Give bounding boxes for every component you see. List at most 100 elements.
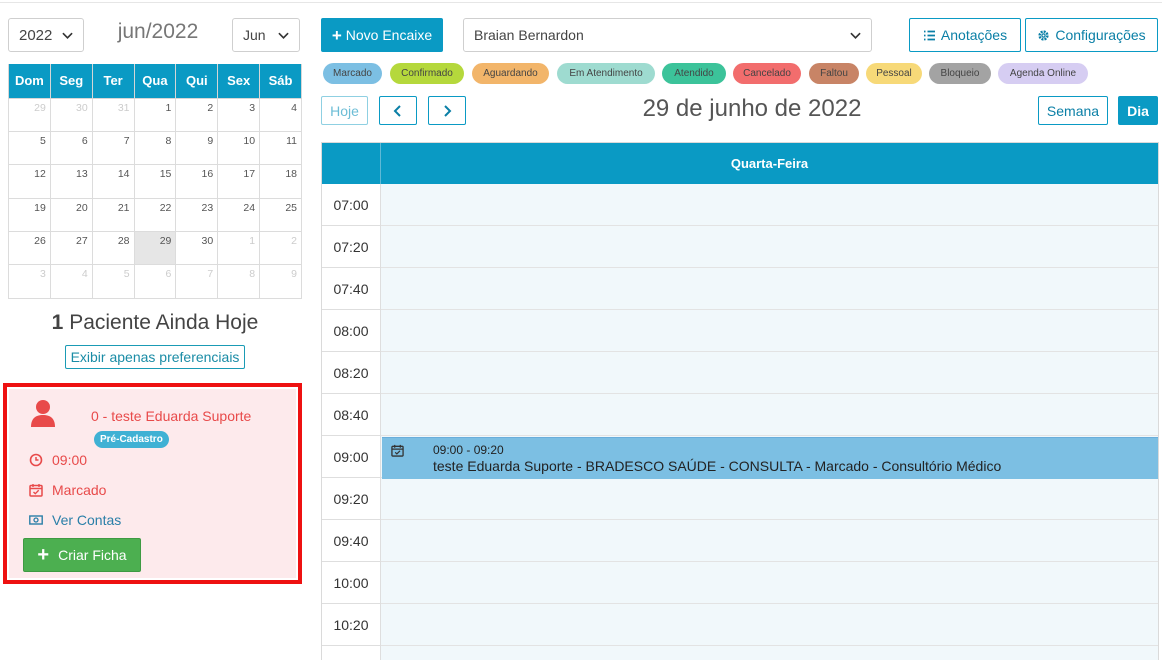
- create-record-label: Criar Ficha: [58, 547, 127, 563]
- calendar-day[interactable]: 30: [175, 231, 219, 266]
- calendar-check-icon: [391, 444, 404, 457]
- calendar-day[interactable]: 17: [217, 164, 261, 199]
- calendar-day[interactable]: 7: [91, 130, 135, 166]
- calendar-day[interactable]: 29: [8, 97, 51, 132]
- calendar-day[interactable]: 2: [259, 231, 302, 266]
- calendar-day[interactable]: 7: [175, 264, 219, 299]
- legend-em-atendimento: Em Atendimento: [557, 63, 655, 84]
- view-accounts-link[interactable]: Ver Contas: [29, 512, 121, 528]
- calendar-day[interactable]: 21: [91, 197, 135, 233]
- calendar-day[interactable]: 16: [175, 164, 219, 199]
- calendar-day[interactable]: 11: [259, 130, 302, 166]
- calendar-week-row: 26 27 28 29 30 1 2: [8, 231, 302, 266]
- money-bill-icon: [29, 515, 43, 525]
- time-slot-label: 08:20: [322, 352, 381, 394]
- plus-icon: +: [37, 544, 50, 566]
- calendar-day[interactable]: 8: [133, 130, 177, 166]
- day-header: Quarta-Feira: [381, 143, 1158, 184]
- mini-calendar: Dom Seg Ter Qua Qui Sex Sáb 29 30 31 1 2 3 4 5 6 7 8 9 10 1…: [8, 64, 302, 299]
- calendar-day[interactable]: 25: [259, 197, 302, 233]
- legend-pessoal: Pessoal: [866, 63, 922, 84]
- show-preferential-button[interactable]: Exibir apenas preferenciais: [65, 345, 245, 369]
- calendar-day[interactable]: 6: [49, 130, 93, 166]
- time-slot[interactable]: [381, 604, 1158, 646]
- legend-confirmado: Confirmado: [390, 63, 464, 84]
- month-select[interactable]: Jun: [232, 18, 300, 52]
- previous-day-button[interactable]: [379, 96, 417, 125]
- appointment-title: teste Eduarda Suporte - BRADESCO SAÚDE -…: [433, 458, 1002, 474]
- calendar-day[interactable]: 6: [133, 264, 177, 299]
- time-slot[interactable]: [381, 646, 1158, 660]
- time-column: 07:00 07:20 07:40 08:00 08:20 08:40 09:00 09:20…: [322, 184, 381, 660]
- patient-appointment-time: 09:00: [29, 452, 87, 468]
- weekday-header: Sáb: [259, 64, 302, 99]
- time-slot[interactable]: [381, 478, 1158, 520]
- calendar-day[interactable]: 19: [8, 197, 51, 233]
- calendar-day[interactable]: 15: [133, 164, 177, 199]
- week-view-button[interactable]: Semana: [1038, 96, 1108, 125]
- month-select-value: Jun: [243, 27, 266, 43]
- create-record-button[interactable]: + Criar Ficha: [23, 538, 141, 572]
- time-slot[interactable]: [381, 310, 1158, 352]
- calendar-day[interactable]: 3: [8, 264, 51, 299]
- settings-button[interactable]: Configurações: [1025, 18, 1158, 52]
- calendar-day[interactable]: 2: [175, 97, 219, 132]
- calendar-day[interactable]: 27: [49, 231, 93, 266]
- year-select-value: 2022: [19, 26, 53, 44]
- next-day-button[interactable]: [428, 96, 466, 125]
- notes-button[interactable]: Anotações: [909, 18, 1021, 52]
- calendar-day[interactable]: 10: [217, 130, 261, 166]
- calendar-week-row: 19 20 21 22 23 24 25: [8, 197, 302, 233]
- calendar-weekday-row: Dom Seg Ter Qua Qui Sex Sáb: [8, 64, 302, 99]
- patient-name[interactable]: 0 - teste Eduarda Suporte: [91, 408, 251, 424]
- calendar-days: 29 30 31 1 2 3 4 5 6 7 8 9 10 11 12 13 14 15 16 17 18 19 20 21 2…: [8, 97, 302, 299]
- time-slot[interactable]: [381, 562, 1158, 604]
- calendar-day[interactable]: 1: [217, 231, 261, 266]
- calendar-day[interactable]: 12: [8, 164, 51, 199]
- calendar-week-row: 12 13 14 15 16 17 18: [8, 164, 302, 199]
- clock-icon: [29, 453, 43, 467]
- time-slot-label: 09:40: [322, 520, 381, 562]
- settings-label: Configurações: [1055, 27, 1146, 43]
- calendar-day[interactable]: 23: [175, 197, 219, 233]
- calendar-day[interactable]: 4: [259, 97, 302, 132]
- calendar-day[interactable]: 14: [91, 164, 135, 199]
- time-slot[interactable]: [381, 520, 1158, 562]
- legend-marcado: Marcado: [323, 63, 382, 84]
- calendar-day[interactable]: 20: [49, 197, 93, 233]
- view-accounts-label: Ver Contas: [52, 512, 122, 528]
- calendar-day[interactable]: 5: [91, 264, 135, 299]
- time-slot[interactable]: [381, 394, 1158, 436]
- calendar-day[interactable]: 8: [217, 264, 261, 299]
- notes-label: Anotações: [940, 27, 1008, 43]
- new-fit-button[interactable]: + Novo Encaixe: [321, 18, 443, 52]
- calendar-day[interactable]: 24: [217, 197, 261, 233]
- calendar-day[interactable]: 13: [49, 164, 93, 199]
- calendar-day[interactable]: 9: [175, 130, 219, 166]
- time-slot-label: 07:40: [322, 268, 381, 310]
- time-slot[interactable]: [381, 184, 1158, 226]
- patient-status-value: Marcado: [52, 482, 107, 498]
- calendar-day[interactable]: 1: [133, 97, 177, 132]
- calendar-day[interactable]: 31: [91, 97, 135, 132]
- calendar-day[interactable]: 29: [133, 231, 177, 266]
- list-icon: [923, 30, 935, 40]
- today-button[interactable]: Hoje: [321, 96, 368, 125]
- gear-icon: [1038, 29, 1049, 41]
- calendar-day[interactable]: 18: [259, 164, 302, 199]
- calendar-day[interactable]: 30: [49, 97, 93, 132]
- appointment-event[interactable]: 09:00 - 09:20 teste Eduarda Suporte - BR…: [382, 437, 1158, 479]
- time-slot[interactable]: [381, 352, 1158, 394]
- calendar-day[interactable]: 4: [49, 264, 93, 299]
- calendar-day[interactable]: 5: [8, 130, 51, 166]
- time-slot[interactable]: [381, 226, 1158, 268]
- day-view-button[interactable]: Dia: [1118, 96, 1158, 125]
- time-slot[interactable]: [381, 268, 1158, 310]
- calendar-day[interactable]: 22: [133, 197, 177, 233]
- year-select[interactable]: 2022: [8, 18, 84, 52]
- calendar-day[interactable]: 9: [259, 264, 302, 299]
- professional-select[interactable]: Braian Bernardon: [463, 18, 872, 52]
- calendar-day[interactable]: 3: [217, 97, 261, 132]
- calendar-day[interactable]: 28: [91, 231, 135, 266]
- calendar-day[interactable]: 26: [8, 231, 51, 266]
